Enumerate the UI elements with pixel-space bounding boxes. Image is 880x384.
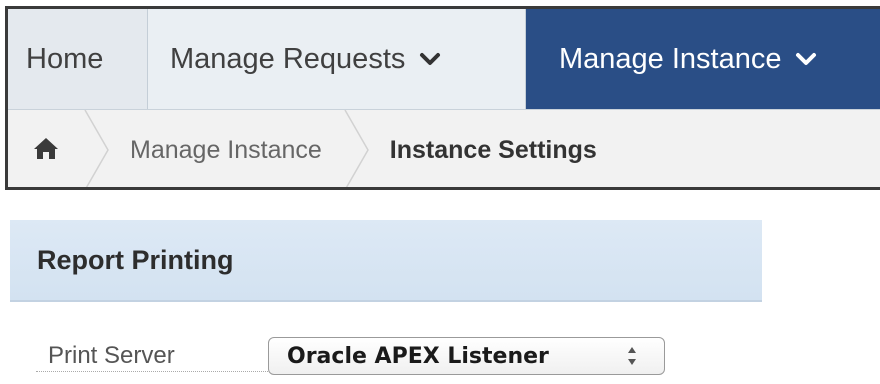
tab-manage-requests[interactable]: Manage Requests <box>148 9 526 109</box>
breadcrumb-separator <box>344 110 369 187</box>
tab-manage-instance[interactable]: Manage Instance <box>526 9 880 109</box>
breadcrumb-manage-instance[interactable]: Manage Instance <box>110 110 344 187</box>
breadcrumb: Manage Instance Instance Settings <box>8 110 880 187</box>
tab-home-label: Home <box>26 42 104 75</box>
chevron-down-icon <box>795 48 817 70</box>
breadcrumb-current: Instance Settings <box>370 110 597 187</box>
breadcrumb-separator <box>84 110 109 187</box>
top-navigation: Home Manage Requests Manage Instance <box>8 9 880 110</box>
breadcrumb-manage-instance-label: Manage Instance <box>130 135 322 164</box>
print-server-value: Oracle APEX Listener <box>287 343 549 369</box>
report-printing-region-header: Report Printing <box>10 220 762 302</box>
tab-home[interactable]: Home <box>8 9 148 109</box>
print-server-select[interactable]: Oracle APEX Listener <box>268 337 665 375</box>
select-arrows-icon <box>626 345 638 367</box>
breadcrumb-home[interactable] <box>8 110 84 187</box>
tab-manage-requests-label: Manage Requests <box>170 42 406 75</box>
chevron-down-icon <box>419 48 441 70</box>
tab-manage-instance-label: Manage Instance <box>559 42 782 75</box>
print-server-label: Print Server <box>36 341 268 372</box>
print-server-row: Print Server Oracle APEX Listener <box>36 336 665 376</box>
home-icon <box>33 136 59 165</box>
breadcrumb-current-label: Instance Settings <box>389 135 597 164</box>
region-title: Report Printing <box>37 244 234 275</box>
navigation-frame: Home Manage Requests Manage Instance Man… <box>5 6 880 190</box>
